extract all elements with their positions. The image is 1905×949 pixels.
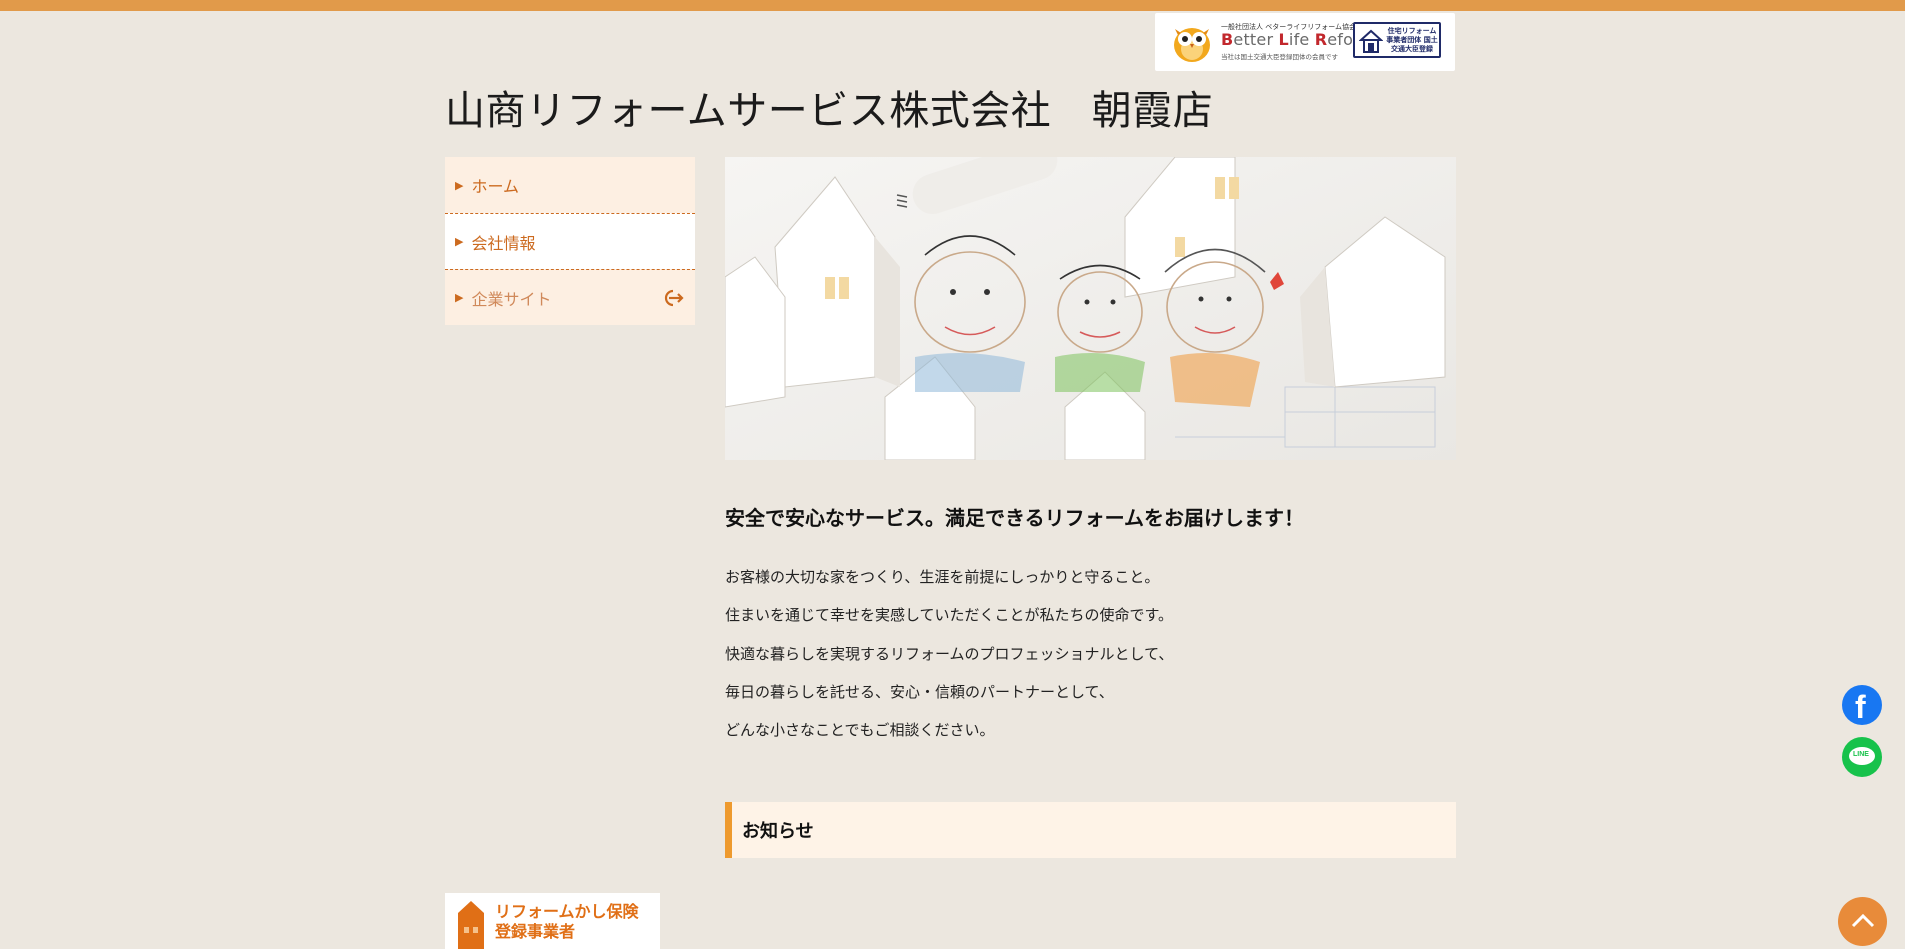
scroll-to-top-button[interactable]: [1838, 897, 1887, 946]
intro-line: 住まいを通じて幸せを実感していただくことが私たちの使命です。: [725, 606, 1174, 625]
family-drawing-illustration: [725, 157, 1456, 460]
sidebar-item-home[interactable]: ▶ ホーム: [445, 157, 695, 213]
registration-text: 住宅リフォーム 事業者団体 国土交通大臣登録: [1386, 27, 1438, 53]
line-icon: LINE: [1849, 747, 1875, 765]
main-headline: 安全で安心なサービス。満足できるリフォームをお届けします！: [725, 506, 1304, 530]
facebook-button[interactable]: f: [1842, 685, 1882, 725]
top-accent-bar: [0, 0, 1905, 11]
line-button[interactable]: LINE: [1842, 737, 1882, 777]
house-icon: [1359, 29, 1383, 53]
triangle-right-icon: ▶: [455, 178, 464, 192]
intro-line: お客様の大切な家をつくり、生涯を前提にしっかりと守ること。: [725, 568, 1160, 586]
intro-line: 快適な暮らしを実現するリフォームのプロフェッショナルとして、: [725, 644, 1174, 663]
triangle-right-icon: ▶: [455, 235, 464, 248]
external-link-icon: [664, 289, 684, 307]
site-title: 山商リフォームサービス株式会社 朝霞店: [445, 88, 1214, 134]
chevron-up-icon: [1851, 913, 1875, 928]
triangle-right-icon: ▶: [455, 291, 464, 304]
intro-line: 毎日の暮らしを託せる、安心・信頼のパートナーとして、: [725, 682, 1114, 701]
sidebar-item-label: 企業サイト: [471, 289, 552, 309]
badge-note: 当社は国土交通大臣登録団体の会員です: [1221, 53, 1338, 61]
building-icon: [458, 901, 484, 949]
sidebar-item-label: ホーム: [471, 177, 519, 196]
facebook-icon: f: [1855, 689, 1866, 725]
registered-association-badge: 住宅リフォーム 事業者団体 国土交通大臣登録: [1353, 22, 1441, 58]
sidebar-nav: ▶ ホーム ▶ 会社情報 ▶ 企業サイト: [445, 157, 695, 325]
reform-insurance-badge[interactable]: リフォームかし保険 登録事業者: [445, 893, 660, 949]
owl-mascot-icon: [1174, 28, 1210, 62]
hero-image: [725, 157, 1456, 460]
intro-text: お客様の大切な家をつくり、生涯を前提にしっかりと守ること。 住まいを通じて幸せを…: [725, 558, 1445, 749]
sidebar-item-label: 会社情報: [471, 233, 536, 253]
sidebar-item-company-info[interactable]: ▶ 会社情報: [445, 213, 695, 269]
sidebar-item-corporate-site[interactable]: ▶ 企業サイト: [445, 269, 695, 325]
better-life-reform-badge[interactable]: 一般社団法人 ベターライフリフォーム協会 Better Life Reform …: [1155, 13, 1455, 71]
intro-line: どんな小さなことでもご相談ください。: [725, 721, 995, 740]
news-heading: お知らせ: [725, 802, 1456, 858]
insurance-text: リフォームかし保険 登録事業者: [495, 902, 639, 941]
